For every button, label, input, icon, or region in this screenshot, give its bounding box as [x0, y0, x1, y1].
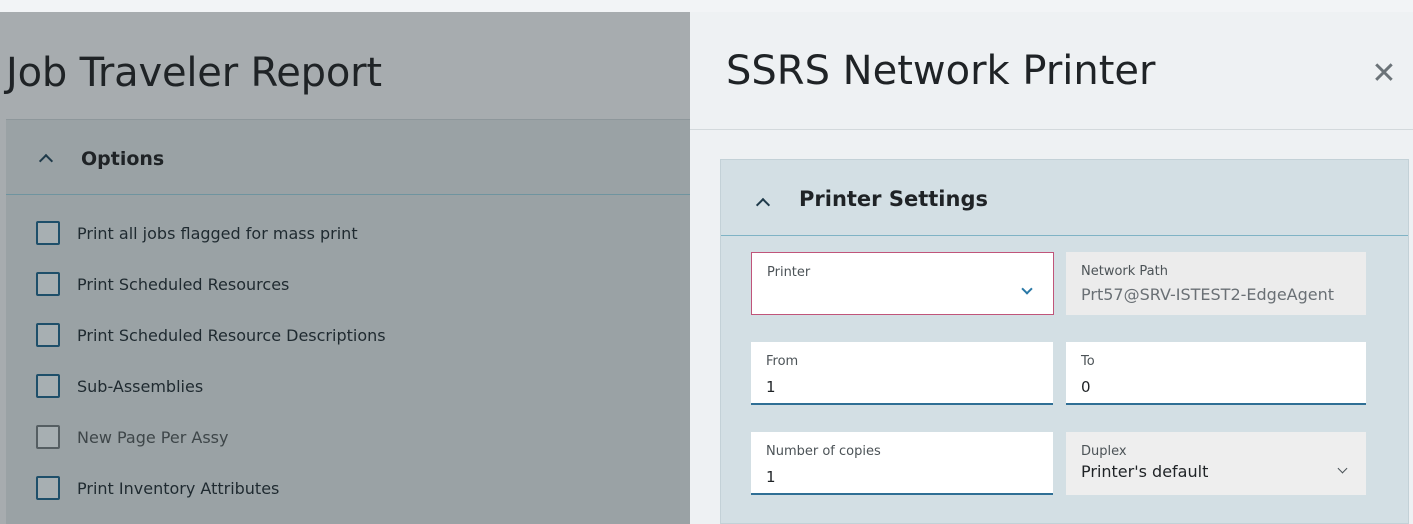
- top-strip: [0, 0, 1413, 12]
- option-label: Print Scheduled Resources: [77, 275, 290, 294]
- printer-flyout: SSRS Network Printer ✕ Printer Settings …: [690, 12, 1413, 524]
- options-panel: Options Print all jobs flagged for mass …: [6, 119, 690, 524]
- checkbox[interactable]: [36, 476, 60, 500]
- checkbox[interactable]: [36, 272, 60, 296]
- duplex-label: Duplex: [1081, 444, 1127, 459]
- duplex-value: Printer's default: [1081, 462, 1209, 481]
- printer-settings-panel: Printer Settings Printer Network Path Pr…: [720, 159, 1409, 524]
- option-label: Sub-Assemblies: [77, 377, 204, 396]
- to-label: To: [1081, 354, 1095, 369]
- printer-select[interactable]: Printer: [751, 252, 1054, 315]
- to-input[interactable]: To 0: [1066, 342, 1366, 405]
- chevron-down-icon: [1021, 283, 1033, 295]
- from-input[interactable]: From 1: [751, 342, 1053, 405]
- printer-settings-header[interactable]: Printer Settings: [721, 160, 1408, 236]
- printer-label: Printer: [767, 265, 811, 280]
- checkbox[interactable]: [36, 374, 60, 398]
- page-title: Job Traveler Report: [6, 50, 382, 96]
- options-section-header[interactable]: Options: [6, 120, 690, 195]
- flyout-header: SSRS Network Printer ✕: [690, 12, 1413, 130]
- number-of-copies-input[interactable]: Number of copies 1: [751, 432, 1053, 495]
- close-icon[interactable]: ✕: [1364, 54, 1404, 94]
- from-value: 1: [766, 378, 776, 396]
- printer-settings-title: Printer Settings: [799, 187, 988, 211]
- from-label: From: [766, 354, 799, 369]
- copies-value: 1: [766, 468, 776, 486]
- duplex-select[interactable]: Duplex Printer's default: [1066, 432, 1366, 495]
- network-path-label: Network Path: [1081, 264, 1168, 279]
- options-title: Options: [81, 148, 165, 170]
- checkbox[interactable]: [36, 221, 60, 245]
- option-label: Print all jobs flagged for mass print: [77, 224, 358, 243]
- checkbox[interactable]: [36, 323, 60, 347]
- chevron-down-icon: [1337, 463, 1348, 474]
- background-page: Job Traveler Report Options Print all jo…: [0, 0, 690, 524]
- option-label: New Page Per Assy: [77, 428, 229, 447]
- to-value: 0: [1081, 378, 1091, 396]
- option-label: Print Inventory Attributes: [77, 479, 280, 498]
- chevron-up-icon: [755, 197, 771, 213]
- network-path-field: Network Path Prt57@SRV-ISTEST2-EdgeAgent: [1066, 252, 1366, 315]
- copies-label: Number of copies: [766, 444, 881, 459]
- option-label: Print Scheduled Resource Descriptions: [77, 326, 386, 345]
- checkbox: [36, 425, 60, 449]
- network-path-value: Prt57@SRV-ISTEST2-EdgeAgent: [1081, 285, 1335, 304]
- flyout-title: SSRS Network Printer: [726, 48, 1156, 94]
- chevron-up-icon: [38, 153, 54, 169]
